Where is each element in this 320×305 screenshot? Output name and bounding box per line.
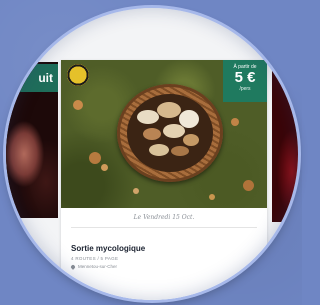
event-card-next[interactable] xyxy=(272,62,298,222)
price-tag: À partir de 5 € /pers xyxy=(223,60,267,102)
price-value: 5 € xyxy=(234,69,256,86)
event-subtitle: 4 ROUTES / 5 PAGE xyxy=(71,256,119,261)
mushroom-decoration xyxy=(243,180,254,191)
event-date: Le Vendredi 15 Oct. xyxy=(133,214,195,221)
event-location-label: Mennetou-sur-Cher xyxy=(78,264,118,269)
map-pin-icon xyxy=(70,263,76,270)
mushroom-basket xyxy=(117,84,223,182)
mushroom-decoration xyxy=(231,118,239,126)
gold-medal-icon xyxy=(67,64,89,86)
event-card[interactable]: À partir de 5 € /pers Le Vendredi 15 Oct… xyxy=(61,60,267,300)
category-ribbon: uit xyxy=(6,64,58,92)
event-image: À partir de 5 € /pers xyxy=(61,60,267,208)
magnifier-circle: uit À partir de 5 € /pers Le Vendredi 15… xyxy=(6,8,298,300)
mushroom-decoration xyxy=(101,164,108,171)
divider xyxy=(71,227,257,228)
event-title[interactable]: Sortie mycologique xyxy=(71,244,267,253)
mushroom-decoration xyxy=(89,152,101,164)
mushroom-decoration xyxy=(73,100,83,110)
event-card-previous[interactable]: uit xyxy=(6,62,58,218)
price-per-label: /pers xyxy=(239,86,251,92)
event-location: Mennetou-sur-Cher xyxy=(70,263,267,270)
mushroom-decoration xyxy=(209,194,215,200)
mushroom-decoration xyxy=(133,188,139,194)
